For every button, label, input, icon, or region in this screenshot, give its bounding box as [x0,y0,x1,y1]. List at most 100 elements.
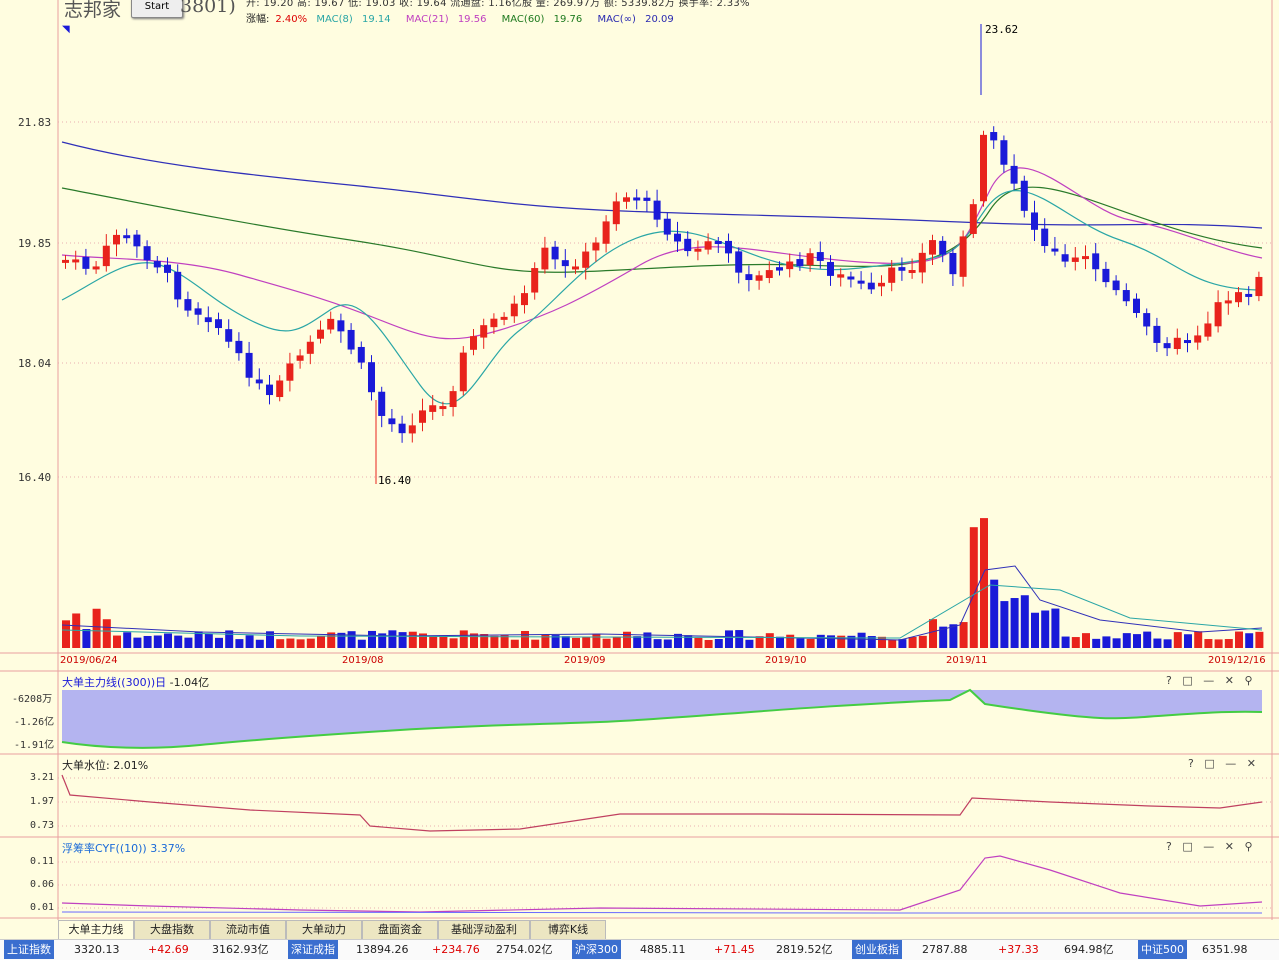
volume-bar [1082,633,1090,648]
close-icon[interactable]: ✕ [1225,840,1234,853]
candle-body [612,201,620,225]
volume-bar [1122,633,1131,648]
status-index-name[interactable]: 创业板指 [852,940,902,959]
candle-body [888,267,896,283]
maximize-icon[interactable]: □ [1182,840,1192,853]
status-index-value: 6351.98 [1202,943,1248,956]
candle-body [184,299,192,311]
panel2-tick-2: 1.97 [30,796,55,807]
volume-bar [857,632,866,648]
tab-main-force[interactable]: 大单主力线 [58,920,134,939]
volume-bar [164,633,172,648]
volume-bar [388,630,397,648]
volume-bar [368,630,376,648]
date-tick-5: 2019/11 [946,655,988,666]
candle-body [143,246,151,261]
candle-body [959,236,967,277]
status-index-name[interactable]: 上证指数 [4,940,54,959]
maximize-icon[interactable]: □ [1182,674,1192,687]
tab-big-order-power[interactable]: 大单动力 [286,920,362,939]
candle-body [969,204,977,234]
volume-bar [1102,636,1111,648]
volume-bar [255,639,264,648]
volume-bar [1000,601,1009,648]
minimize-icon[interactable]: — [1203,840,1214,853]
status-index-value: 13894.26 [356,943,409,956]
volume-bar [959,622,968,648]
water-level-line [61,774,1263,832]
volume-bar [235,639,244,648]
tab-float-cap[interactable]: 流动市值 [210,920,286,939]
candle-body [459,352,467,392]
candle-body [317,329,324,339]
candle-body [510,303,518,317]
volume-ma-line [61,565,1263,641]
candle-body [1122,290,1130,302]
tab-market-funds[interactable]: 盘面资金 [362,920,438,939]
candle-body [164,264,171,273]
volume-bar [827,635,835,648]
candle-body [225,329,233,342]
status-index-name[interactable]: 中证500 [1138,940,1187,959]
candle-body [847,276,855,280]
status-index-amount: 2819.52亿 [776,943,833,956]
date-tick-3: 2019/09 [564,655,606,666]
candle-body [725,240,732,254]
help-icon[interactable]: ? [1166,674,1172,687]
status-index-name[interactable]: 沪深300 [572,940,621,959]
candle-body [1000,140,1008,165]
volume-bar [735,630,744,648]
tab-game-kline[interactable]: 博弈K线 [530,920,606,939]
help-icon[interactable]: ? [1188,757,1194,770]
help-icon[interactable]: ? [1166,840,1172,853]
candle-body [133,234,141,247]
status-index-name[interactable]: 深证成指 [288,940,338,959]
volume-bar [1224,639,1233,648]
status-index-change: +42.69 [148,943,189,956]
price-tick-1: 21.83 [18,116,52,129]
minimize-icon[interactable]: — [1225,757,1236,770]
candle-body [480,325,488,338]
candle-body [1133,298,1140,314]
maximize-icon[interactable]: □ [1204,757,1214,770]
candle-body [980,134,987,202]
date-tick-1: 2019/06/24 [60,655,118,666]
volume-bar [143,635,152,648]
candle-body [918,252,926,273]
volume-bar [347,631,356,648]
candle-body [653,200,661,220]
tab-float-profit[interactable]: 基础浮动盈利 [438,920,530,939]
candle-body [327,318,335,330]
status-index-value: 2787.88 [922,943,968,956]
tab-market-index[interactable]: 大盘指数 [134,920,210,939]
volume-bar [755,636,764,648]
candle-body [572,266,579,270]
candle-body [1224,300,1232,304]
volume-bar [215,637,223,648]
volume-bar [816,634,825,648]
candle-body [898,267,906,271]
panel1-tick-2: -1.26亿 [14,717,55,728]
volume-bar [765,633,774,648]
date-tick-4: 2019/10 [765,655,807,666]
volume-bar [204,633,213,648]
close-icon[interactable]: ✕ [1247,757,1256,770]
candle-body [1204,323,1212,337]
date-tick-6: 2019/12/16 [1208,655,1266,666]
candle-body [816,252,824,261]
candle-body [735,251,743,273]
candle-body [347,329,355,350]
volume-bar [276,639,285,648]
settings-icon[interactable]: ⚲ [1244,674,1252,687]
close-icon[interactable]: ✕ [1225,674,1234,687]
candle-body [1041,228,1049,247]
volume-bar [806,638,815,648]
candle-body [449,391,457,408]
candle-body [674,233,681,242]
volume-bar [245,635,254,648]
minimize-icon[interactable]: — [1203,674,1214,687]
settings-icon[interactable]: ⚲ [1244,840,1252,853]
candle-body [908,270,916,274]
candle-body [245,352,253,378]
status-index-amount: 694.98亿 [1064,943,1114,956]
